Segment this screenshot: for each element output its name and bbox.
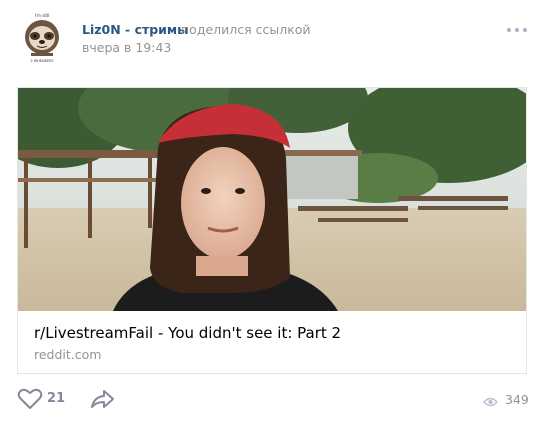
link-domain: reddit.com — [34, 347, 102, 362]
like-count[interactable]: 21 — [47, 391, 65, 406]
avatar-bottom-text: 2 WHENEEEE — [30, 59, 53, 63]
link-card[interactable]: r/LivestreamFail - You didn't see it: Pa… — [17, 87, 527, 374]
post-action: поделился ссылкой — [181, 22, 311, 37]
post-date[interactable]: вчера в 19:43 — [82, 40, 171, 55]
heart-icon[interactable] — [17, 388, 43, 410]
link-thumbnail[interactable] — [18, 88, 526, 311]
views-count: 349 — [505, 392, 529, 407]
post: I'm still 2 WHENEEEE Liz0N - стримы поде… — [0, 0, 538, 425]
eye-icon — [483, 393, 498, 407]
more-icon[interactable] — [507, 25, 529, 35]
post-author[interactable]: Liz0N - стримы — [82, 22, 188, 37]
avatar-top-text: I'm still — [35, 13, 49, 18]
share-icon[interactable] — [90, 388, 116, 410]
link-title[interactable]: r/LivestreamFail - You didn't see it: Pa… — [34, 324, 341, 342]
avatar[interactable]: I'm still 2 WHENEEEE — [20, 11, 64, 63]
